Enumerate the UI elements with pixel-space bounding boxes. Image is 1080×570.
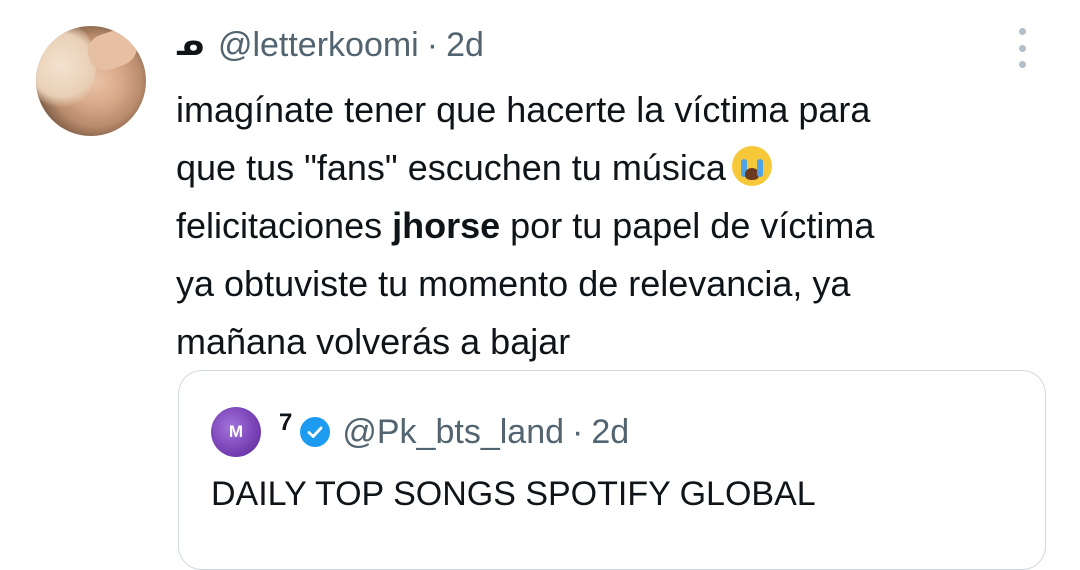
tweet-line-2: que tus "fans" escuchen tu música — [176, 139, 1056, 197]
quoted-header: 7 @Pk_bts_land · 2d — [279, 409, 629, 455]
loudly-crying-face-icon — [731, 146, 772, 186]
display-name-glyph[interactable]: ᓄ — [176, 28, 204, 63]
tweet[interactable]: ᓄ @letterkoomi · 2d imagínate tener que … — [0, 0, 1080, 570]
emoji-mouth — [744, 168, 759, 180]
tweet-time[interactable]: 2d — [446, 26, 484, 65]
quoted-handle[interactable]: @Pk_bts_land — [342, 413, 564, 452]
tweet-line-1: imagínate tener que hacerte la víctima p… — [176, 89, 871, 130]
author-avatar[interactable] — [36, 26, 146, 136]
tweet-line-3-pre: felicitaciones — [176, 205, 393, 246]
tweet-line-5: mañana volverás a bajar — [176, 321, 571, 362]
quoted-display-name[interactable]: 7 — [279, 409, 292, 437]
quoted-separator: · — [572, 412, 584, 451]
quoted-text: DAILY TOP SONGS SPOTIFY GLOBAL — [211, 475, 816, 513]
tweet-line-3: felicitaciones jhorse por tu papel de ví… — [176, 197, 1056, 255]
quoted-time[interactable]: 2d — [591, 413, 629, 452]
tweet-bold-word: jhorse — [392, 205, 501, 246]
author-handle[interactable]: @letterkoomi — [218, 26, 419, 65]
tweet-line-4: ya obtuviste tu momento de relevancia, y… — [176, 263, 851, 304]
quoted-avatar[interactable]: M — [211, 407, 261, 457]
tweet-text: imagínate tener que hacerte la víctima p… — [176, 81, 1056, 371]
more-options-icon[interactable] — [1012, 28, 1032, 68]
tweet-header: ᓄ @letterkoomi · 2d — [176, 22, 484, 68]
tweet-line-2-text: que tus "fans" escuchen tu música — [176, 147, 726, 188]
tweet-line-3-post: por tu papel de víctima — [500, 205, 875, 246]
verified-badge-icon — [300, 417, 331, 447]
quoted-tweet[interactable]: M 7 @Pk_bts_land · 2d DAILY TOP SONGS SP… — [178, 370, 1046, 570]
header-separator: · — [426, 25, 439, 64]
more-dot — [1018, 28, 1026, 35]
more-dot — [1018, 44, 1026, 52]
avatar-hair — [36, 26, 96, 110]
more-dot — [1018, 61, 1026, 68]
